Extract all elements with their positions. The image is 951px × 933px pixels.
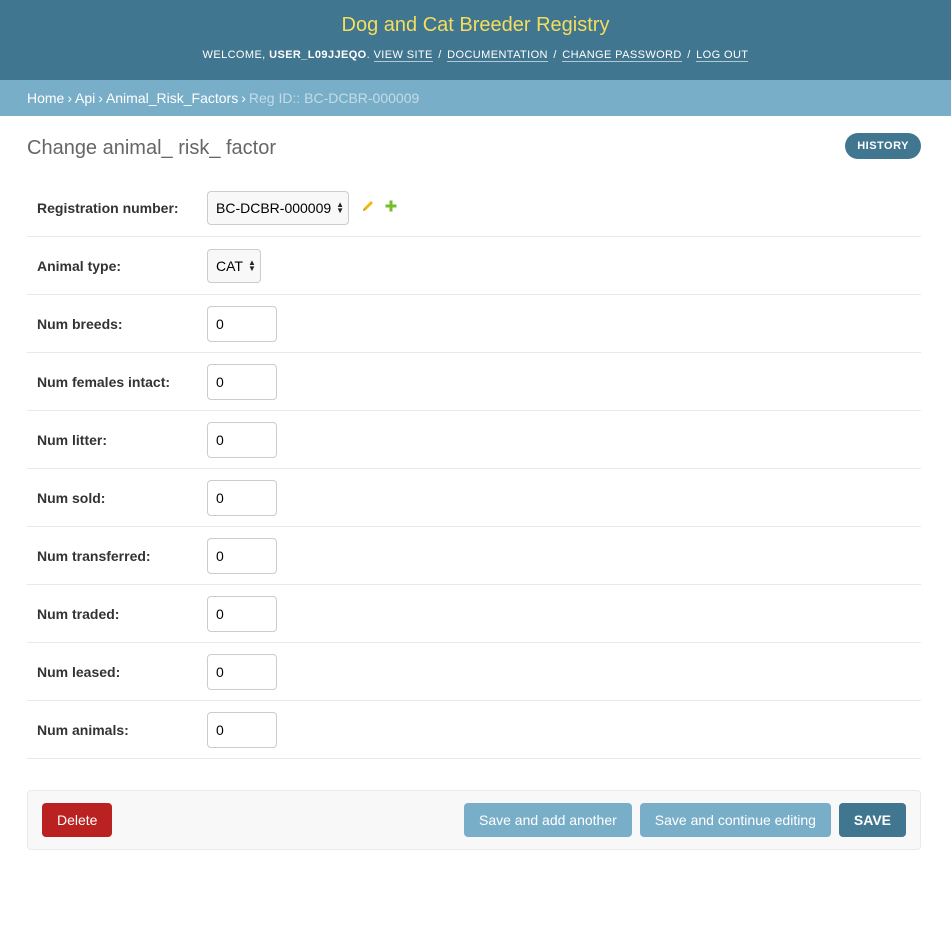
breadcrumb: Home › Api › Animal_Risk_Factors › Reg ID:: BC… <box>0 80 951 116</box>
animal-type-select[interactable]: CAT ▲ ▼ <box>207 249 261 283</box>
num-litter-label: Num litter: <box>37 432 107 448</box>
num-transferred-input[interactable] <box>207 538 277 574</box>
animal-type-label: Animal type: <box>37 258 122 274</box>
user-tools: Welcome, USER_L09JJEQO. View site / Docu… <box>202 49 749 62</box>
submit-row: Delete Save and add another Save and con… <box>27 790 921 850</box>
form-row-num-animals: Num animals: <box>27 702 921 759</box>
breadcrumb-model[interactable]: Animal_Risk_Factors <box>106 90 238 106</box>
content: Change animal_ risk_ factor History Regi… <box>0 116 951 850</box>
num-breeds-input[interactable] <box>207 306 277 342</box>
registration-number-label: Registration number: <box>37 200 179 216</box>
num-females-intact-label: Num females intact: <box>37 374 171 390</box>
num-breeds-label: Num breeds: <box>37 316 123 332</box>
view-site-link[interactable]: View site <box>373 49 433 62</box>
save-and-continue-button[interactable]: Save and continue editing <box>639 803 831 837</box>
select-arrows-icon: ▲ ▼ <box>247 258 256 273</box>
save-and-add-another-button[interactable]: Save and add another <box>464 803 632 837</box>
num-leased-input[interactable] <box>207 654 277 690</box>
breadcrumb-home[interactable]: Home <box>27 90 64 106</box>
num-sold-input[interactable] <box>207 480 277 516</box>
form-row-num-litter: Num litter: <box>27 412 921 469</box>
num-traded-input[interactable] <box>207 596 277 632</box>
num-animals-input[interactable] <box>207 712 277 748</box>
documentation-link[interactable]: Documentation <box>447 49 548 62</box>
breadcrumb-current: Reg ID:: BC-DCBR-000009 <box>248 90 420 106</box>
num-transferred-label: Num transferred: <box>37 548 151 564</box>
num-females-intact-input[interactable] <box>207 364 277 400</box>
site-name: Dog and Cat Breeder Registry <box>341 14 610 36</box>
form-row-animal-type: Animal type: CAT ▲ ▼ <box>27 238 921 295</box>
form-row-num-traded: Num traded: <box>27 586 921 643</box>
change-password-link[interactable]: Change password <box>562 49 682 62</box>
registration-number-select[interactable]: BC-DCBR-000009 ▲ ▼ <box>207 191 350 225</box>
animal-type-value: CAT <box>216 258 243 274</box>
num-sold-label: Num sold: <box>37 490 106 506</box>
header: Dog and Cat Breeder Registry Welcome, US… <box>0 0 951 80</box>
page-title: Change animal_ risk_ factor <box>27 137 277 159</box>
select-arrows-icon: ▲ ▼ <box>336 200 345 215</box>
log-out-link[interactable]: Log out <box>696 49 749 62</box>
num-traded-label: Num traded: <box>37 606 120 622</box>
history-button[interactable]: History <box>845 133 921 159</box>
plus-icon[interactable] <box>385 199 397 217</box>
form-row-num-females-intact: Num females intact: <box>27 354 921 411</box>
delete-button[interactable]: Delete <box>42 803 113 837</box>
form-row-num-leased: Num leased: <box>27 644 921 701</box>
pencil-icon[interactable] <box>361 199 375 218</box>
form-row-registration-number: Registration number: BC-DCBR-000009 ▲ ▼ <box>27 180 921 237</box>
welcome-text: Welcome, <box>202 49 266 61</box>
form-fieldset: Registration number: BC-DCBR-000009 ▲ ▼ A… <box>27 180 921 760</box>
breadcrumb-api[interactable]: Api <box>75 90 95 106</box>
form-row-num-sold: Num sold: <box>27 470 921 527</box>
num-litter-input[interactable] <box>207 422 277 458</box>
form-row-num-transferred: Num transferred: <box>27 528 921 585</box>
num-animals-label: Num animals: <box>37 722 129 738</box>
registration-number-value: BC-DCBR-000009 <box>216 200 332 216</box>
num-leased-label: Num leased: <box>37 664 121 680</box>
save-button[interactable]: Save <box>838 803 906 837</box>
username: USER_L09JJEQO <box>269 49 367 61</box>
form-row-num-breeds: Num breeds: <box>27 296 921 353</box>
